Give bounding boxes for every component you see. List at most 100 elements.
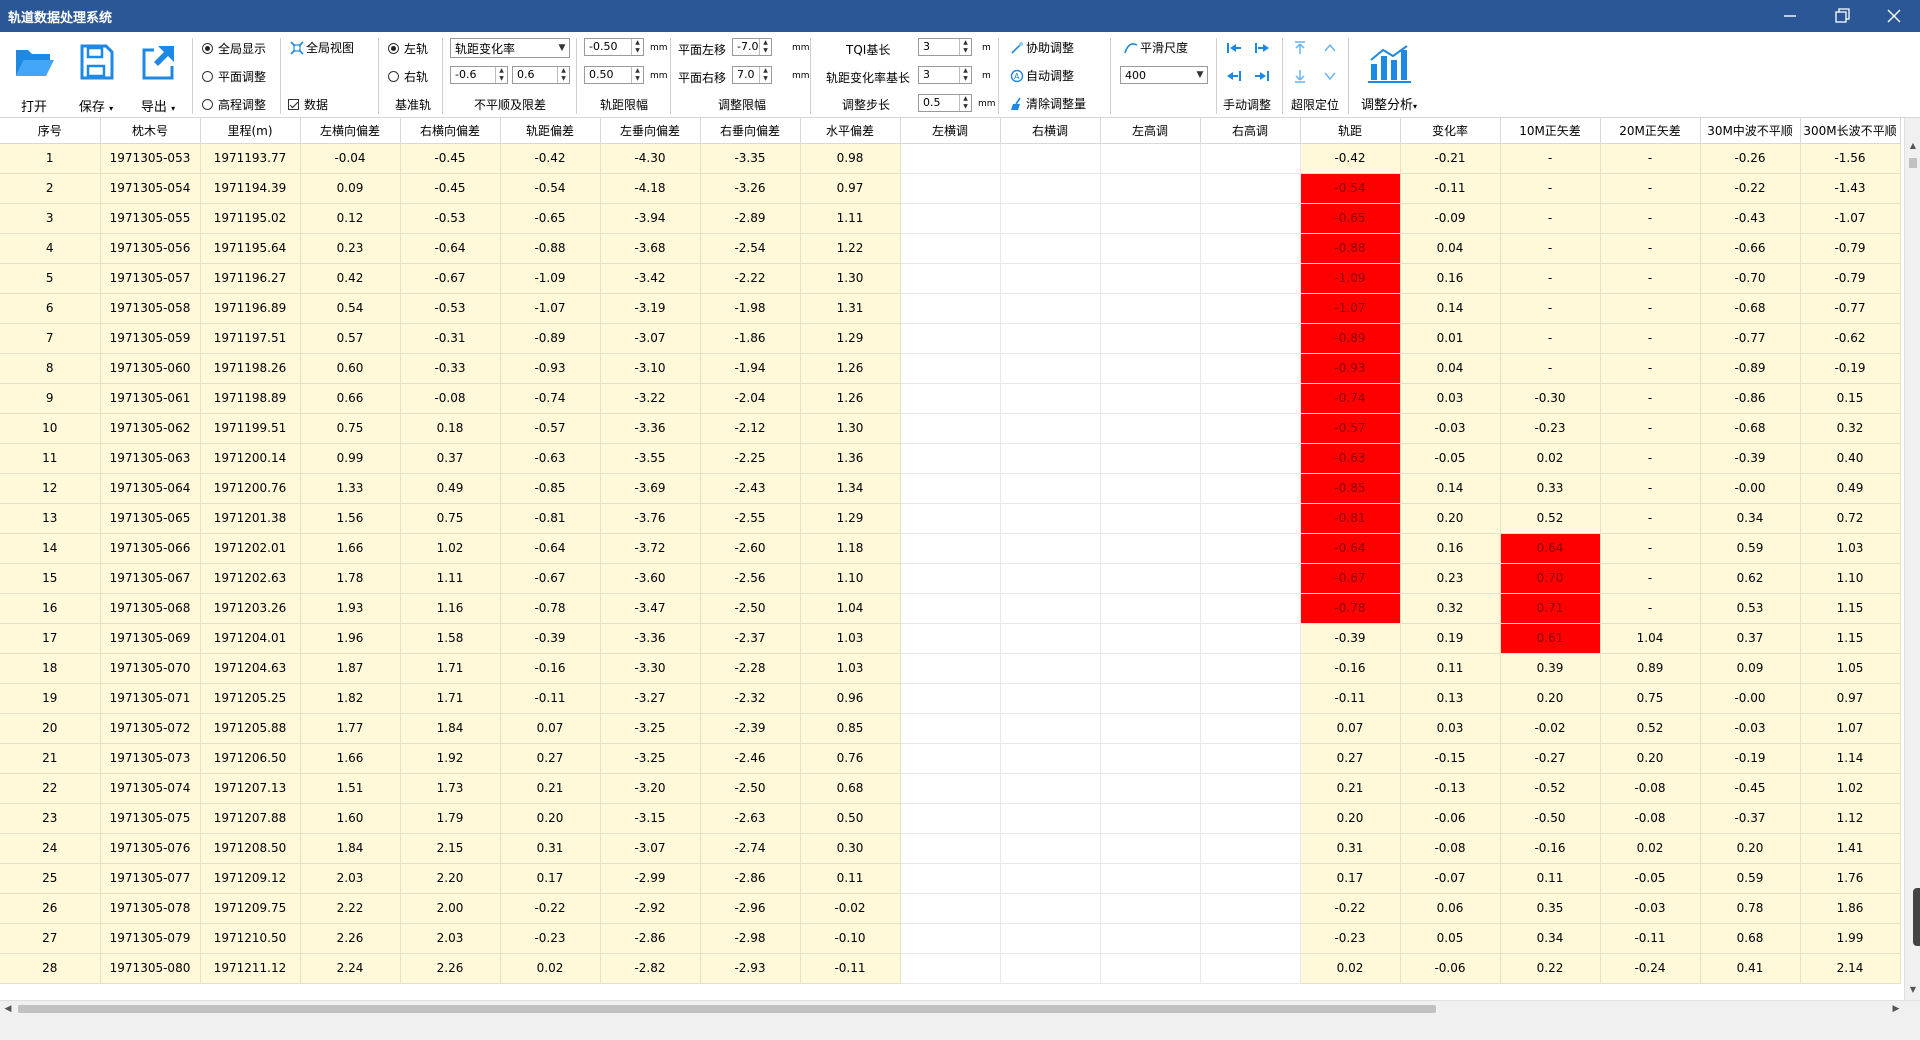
scroll-thumb[interactable] — [18, 1005, 1436, 1013]
table-cell[interactable]: -2.12 — [700, 413, 801, 444]
table-cell[interactable]: 0.32 — [1400, 593, 1501, 624]
table-cell[interactable]: 0.03 — [1400, 713, 1501, 744]
table-cell[interactable]: 0.97 — [1800, 683, 1901, 714]
table-cell[interactable]: 1.03 — [1800, 533, 1901, 564]
table-cell[interactable]: 1.18 — [800, 533, 901, 564]
table-cell[interactable]: 0.32 — [1800, 413, 1901, 444]
table-cell[interactable]: - — [1600, 413, 1701, 444]
table-cell[interactable]: -1.98 — [700, 293, 801, 324]
table-cell[interactable]: -3.27 — [600, 683, 701, 714]
table-cell[interactable] — [1200, 623, 1301, 654]
table-cell[interactable]: -0.74 — [500, 383, 601, 414]
table-cell[interactable]: 0.11 — [1500, 863, 1601, 894]
table-cell[interactable]: -0.04 — [300, 143, 401, 174]
table-cell[interactable]: 20 — [0, 713, 101, 744]
table-cell[interactable]: -0.64 — [500, 533, 601, 564]
table-cell[interactable]: -3.69 — [600, 473, 701, 504]
table-cell[interactable]: 1971305-078 — [100, 893, 201, 924]
table-cell[interactable]: 2.22 — [300, 893, 401, 924]
table-cell[interactable]: -0.42 — [500, 143, 601, 174]
vertical-scrollbar[interactable]: ▲ ▼ — [1904, 118, 1920, 1000]
table-cell[interactable]: -3.07 — [600, 833, 701, 864]
first-limit-icon[interactable] — [1292, 40, 1308, 56]
table-cell[interactable]: -2.25 — [700, 443, 801, 474]
table-cell[interactable]: -3.07 — [600, 323, 701, 354]
table-cell[interactable]: 0.39 — [1500, 653, 1601, 684]
table-row[interactable]: 17 1971305-069 1971204.01 1.96 1.58 -0.39 -3.3… — [0, 623, 1901, 654]
table-cell[interactable]: 0.40 — [1800, 443, 1901, 474]
table-cell[interactable]: -0.30 — [1500, 383, 1601, 414]
table-cell[interactable]: 0.52 — [1600, 713, 1701, 744]
table-cell[interactable] — [1000, 533, 1101, 564]
table-row[interactable]: 15 1971305-067 1971202.63 1.78 1.11 -0.67 -3.6… — [0, 563, 1901, 594]
table-cell[interactable]: - — [1600, 533, 1701, 564]
table-cell[interactable]: 0.98 — [800, 143, 901, 174]
table-cell[interactable] — [900, 773, 1001, 804]
table-cell[interactable]: 0.35 — [1500, 893, 1601, 924]
table-cell[interactable]: -0.93 — [500, 353, 601, 384]
table-cell[interactable]: -0.24 — [1600, 953, 1701, 984]
table-cell[interactable]: 0.20 — [1700, 833, 1801, 864]
table-cell[interactable]: 0.01 — [1400, 323, 1501, 354]
table-cell[interactable] — [1200, 833, 1301, 864]
column-header[interactable]: 水平偏差 — [800, 118, 901, 144]
table-cell[interactable]: 0.68 — [1700, 923, 1801, 954]
table-cell[interactable]: 0.97 — [800, 173, 901, 204]
table-cell[interactable]: - — [1600, 443, 1701, 474]
table-cell[interactable] — [900, 443, 1001, 474]
column-header[interactable]: 右横向偏差 — [400, 118, 501, 144]
table-cell[interactable]: - — [1600, 203, 1701, 234]
smooth-scale-select[interactable]: 400 ▼ — [1120, 66, 1208, 84]
table-cell[interactable]: 12 — [0, 473, 101, 504]
table-cell[interactable] — [1200, 323, 1301, 354]
table-cell[interactable] — [1200, 263, 1301, 294]
table-cell[interactable]: 1.22 — [800, 233, 901, 264]
table-cell[interactable]: 14 — [0, 533, 101, 564]
table-cell[interactable]: -0.13 — [1400, 773, 1501, 804]
table-cell[interactable] — [1000, 413, 1101, 444]
table-cell[interactable]: 0.60 — [300, 353, 401, 384]
move-right-first-icon[interactable] — [1254, 40, 1270, 56]
table-row[interactable]: 10 1971305-062 1971199.51 0.75 0.18 -0.57 -3.3… — [0, 413, 1901, 444]
table-cell[interactable]: 1971207.88 — [200, 803, 301, 834]
table-cell[interactable]: 1971305-079 — [100, 923, 201, 954]
table-cell[interactable]: 0.52 — [1500, 503, 1601, 534]
table-cell[interactable]: 0.15 — [1800, 383, 1901, 414]
table-cell[interactable]: 1.77 — [300, 713, 401, 744]
table-cell[interactable]: 0.64 — [1500, 533, 1601, 564]
table-cell[interactable]: 1.11 — [400, 563, 501, 594]
table-cell[interactable]: 2.26 — [400, 953, 501, 984]
table-cell[interactable] — [900, 263, 1001, 294]
table-cell[interactable]: -0.22 — [500, 893, 601, 924]
table-cell[interactable]: -0.05 — [1600, 863, 1701, 894]
table-cell[interactable]: 1971200.14 — [200, 443, 301, 474]
table-cell[interactable]: -2.50 — [700, 773, 801, 804]
save-button[interactable]: 保存 ▾ — [68, 38, 124, 115]
table-cell[interactable]: - — [1500, 263, 1601, 294]
table-cell[interactable]: -3.25 — [600, 713, 701, 744]
move-left-first-icon[interactable] — [1226, 40, 1242, 56]
gauge-rate-base-stepper[interactable]: 3 ▲ ▼ — [918, 66, 972, 84]
table-cell[interactable]: -0.03 — [1600, 893, 1701, 924]
table-cell[interactable] — [1100, 203, 1201, 234]
gauge-limit-max-stepper[interactable]: 0.50 ▲ ▼ — [584, 66, 644, 84]
table-cell[interactable] — [1100, 863, 1201, 894]
table-cell[interactable]: 2.00 — [400, 893, 501, 924]
table-cell[interactable]: -0.77 — [1800, 293, 1901, 324]
table-cell[interactable]: -0.67 — [1300, 563, 1401, 594]
table-row[interactable]: 8 1971305-060 1971198.26 0.60 -0.33 -0.93 -3.1… — [0, 353, 1901, 384]
table-cell[interactable]: -0.81 — [500, 503, 601, 534]
table-cell[interactable]: -0.45 — [400, 173, 501, 204]
table-cell[interactable]: -3.47 — [600, 593, 701, 624]
minimize-button[interactable] — [1764, 0, 1816, 32]
table-cell[interactable]: 18 — [0, 653, 101, 684]
table-cell[interactable]: 0.76 — [800, 743, 901, 774]
table-cell[interactable]: 28 — [0, 953, 101, 984]
table-cell[interactable]: 1.58 — [400, 623, 501, 654]
table-cell[interactable] — [1200, 533, 1301, 564]
table-cell[interactable]: 1.10 — [1800, 563, 1901, 594]
table-cell[interactable]: 1.51 — [300, 773, 401, 804]
table-cell[interactable] — [1100, 293, 1201, 324]
table-cell[interactable]: -0.06 — [1400, 803, 1501, 834]
table-cell[interactable]: -0.67 — [500, 563, 601, 594]
